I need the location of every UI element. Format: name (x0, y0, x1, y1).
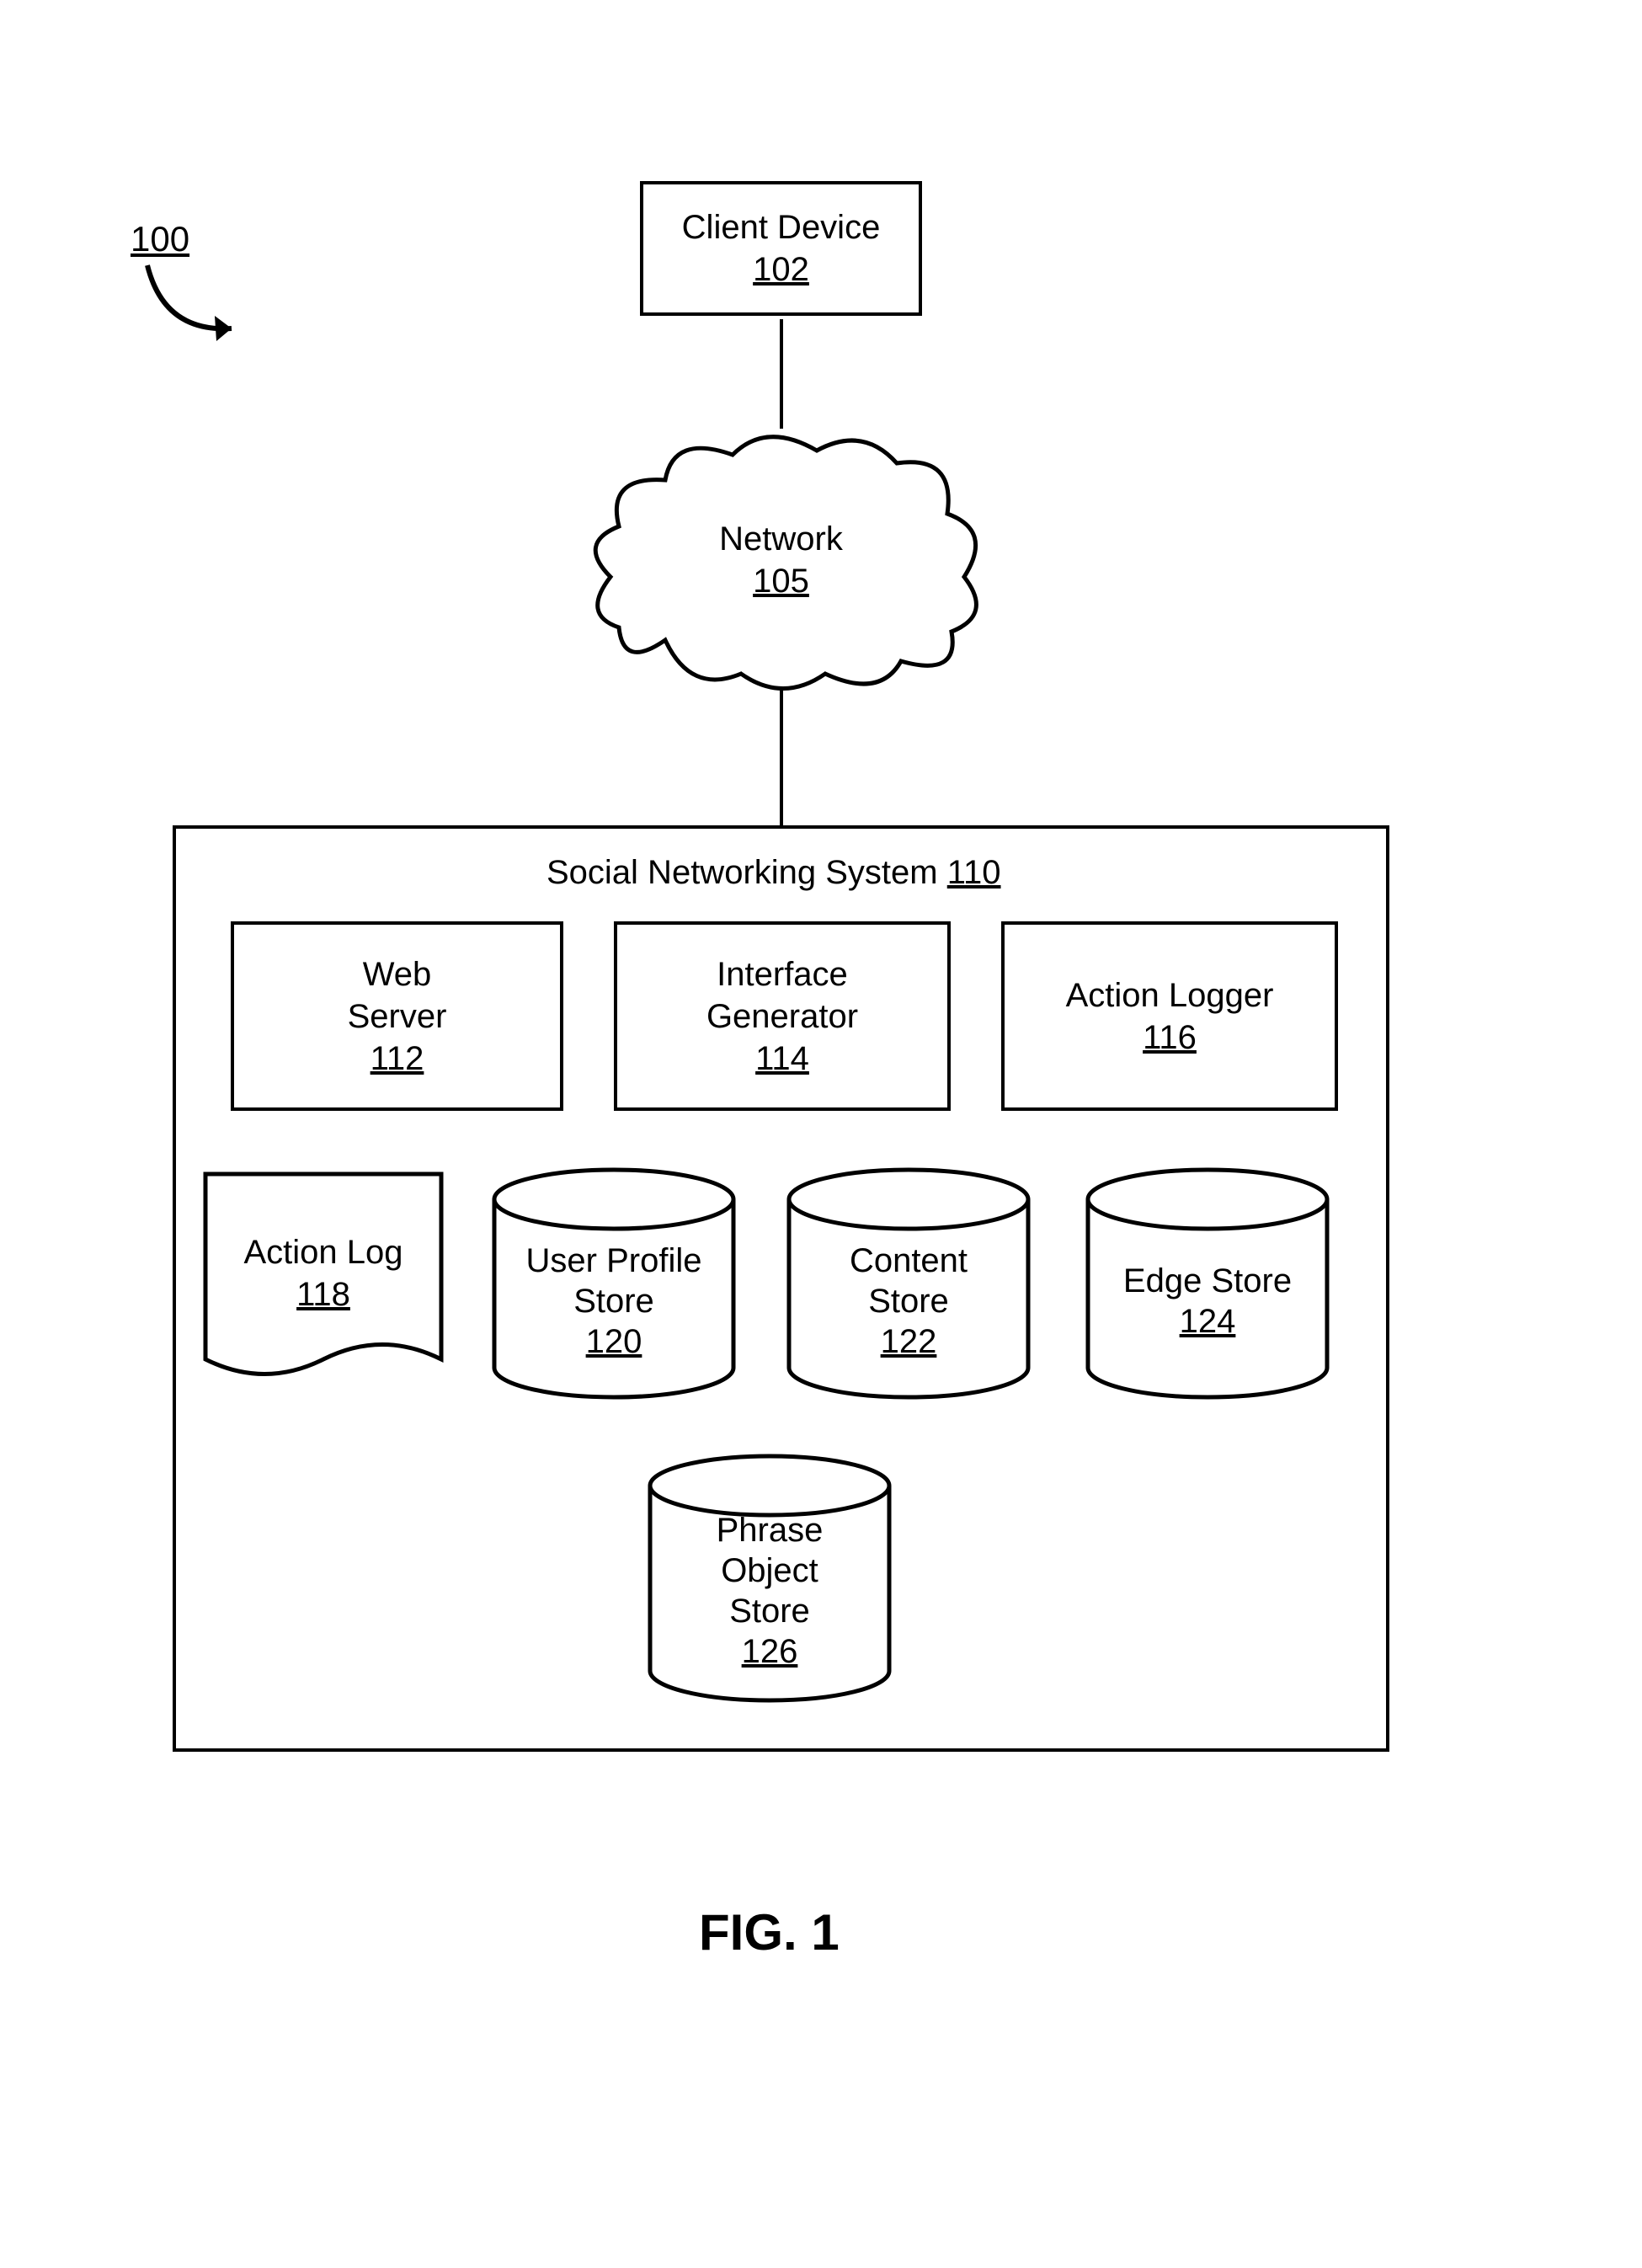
content-store-label: Content Store (850, 1241, 968, 1321)
diagram-canvas: 100 Client Device 102 Network 105 Social… (0, 0, 1642, 2268)
network-number: 105 (753, 560, 809, 602)
action-logger-box: Action Logger 116 (1001, 921, 1338, 1111)
edge-store-label: Edge Store (1123, 1261, 1292, 1301)
web-server-number: 112 (371, 1038, 424, 1080)
figure-caption: FIG. 1 (699, 1903, 840, 1961)
reference-number-100: 100 (131, 219, 189, 259)
action-log-document: Action Log 118 (201, 1170, 445, 1389)
user-profile-store-cylinder: User Profile Store 120 (488, 1166, 740, 1401)
interface-generator-box: Interface Generator 114 (614, 921, 951, 1111)
interface-generator-label: Interface Generator (706, 953, 858, 1038)
content-store-cylinder: Content Store 122 (782, 1166, 1035, 1401)
action-log-number: 118 (296, 1273, 350, 1315)
social-networking-system-box: Social Networking System 110 Web Server … (173, 825, 1389, 1752)
edge-store-number: 124 (1180, 1301, 1236, 1342)
interface-generator-number: 114 (755, 1038, 809, 1080)
phrase-object-store-number: 126 (742, 1631, 798, 1672)
web-server-box: Web Server 112 (231, 921, 563, 1111)
content-store-number: 122 (881, 1321, 937, 1362)
phrase-object-store-cylinder: Phrase Object Store 126 (643, 1452, 896, 1705)
system-label-text: Social Networking System (546, 854, 938, 891)
network-label: Network (719, 518, 843, 560)
web-server-label: Web Server (348, 953, 447, 1038)
client-device-box: Client Device 102 (640, 181, 922, 316)
client-device-label: Client Device (682, 206, 881, 248)
system-number: 110 (947, 854, 1001, 891)
connector-network-system (780, 689, 783, 828)
action-logger-label: Action Logger (1066, 974, 1274, 1017)
user-profile-store-number: 120 (586, 1321, 642, 1362)
system-title: Social Networking System 110 (546, 854, 1001, 892)
edge-store-cylinder: Edge Store 124 (1081, 1166, 1334, 1401)
connector-client-network (780, 319, 783, 429)
reference-arrow-icon (131, 257, 265, 358)
user-profile-store-label: User Profile Store (526, 1241, 702, 1321)
client-device-number: 102 (753, 248, 809, 291)
network-cloud: Network 105 (573, 417, 989, 703)
phrase-object-store-label: Phrase Object Store (717, 1510, 824, 1631)
action-logger-number: 116 (1143, 1017, 1197, 1059)
action-log-label: Action Log (243, 1231, 403, 1273)
